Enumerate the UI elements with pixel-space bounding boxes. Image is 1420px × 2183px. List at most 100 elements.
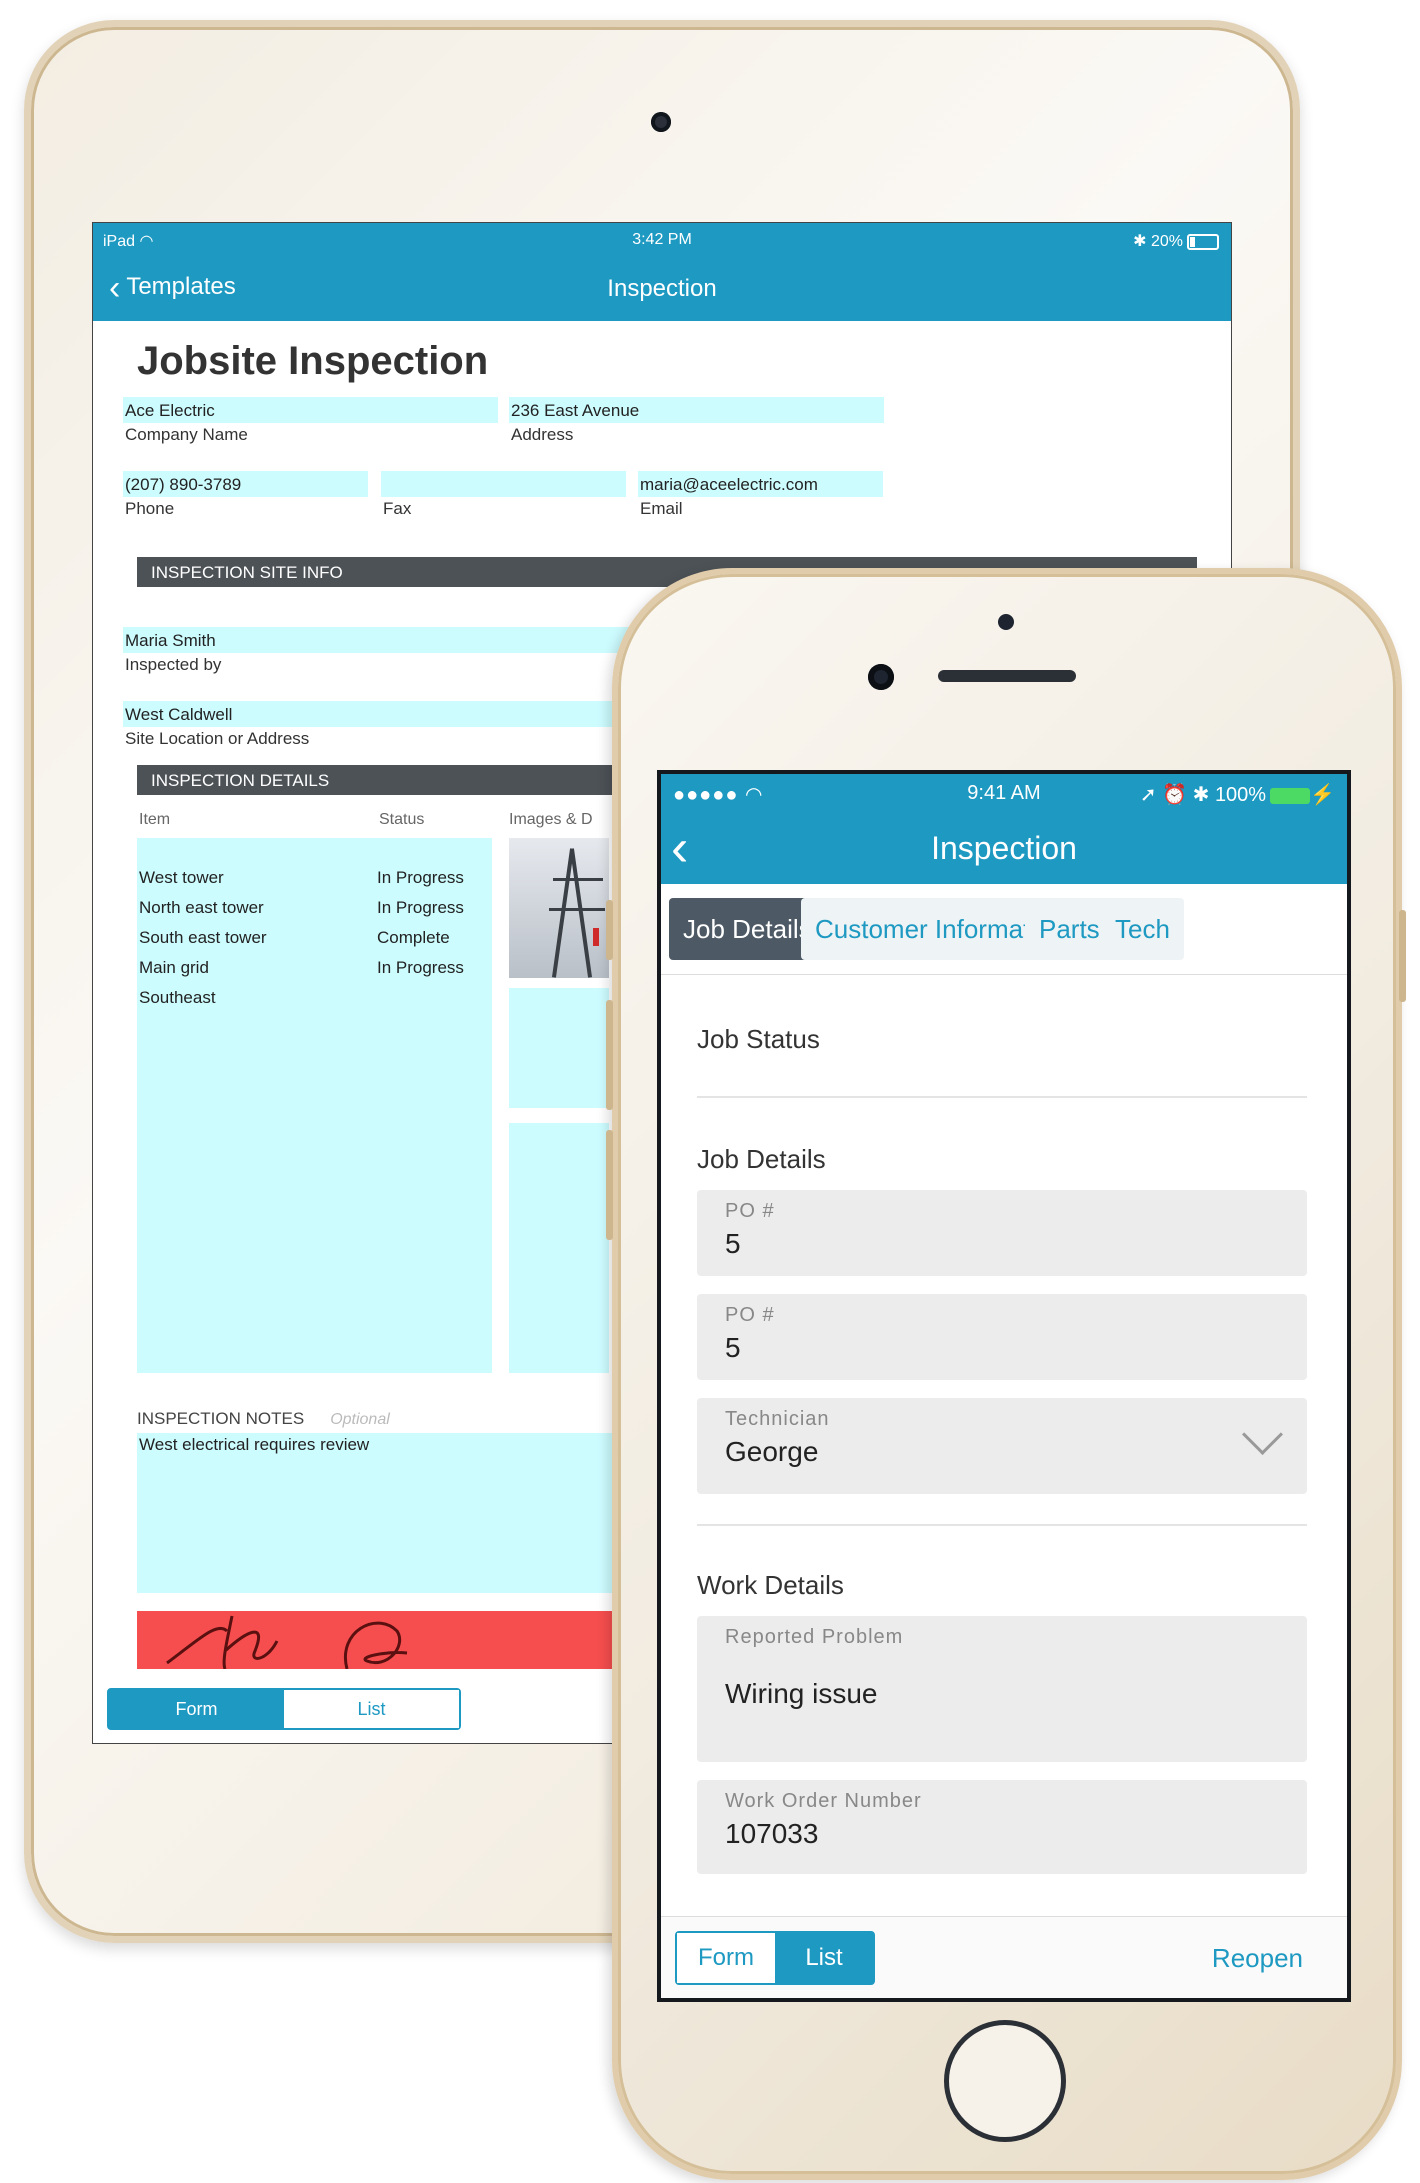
email-field[interactable]: maria@aceelectric.com Email	[638, 471, 883, 519]
phone-label: Phone	[125, 499, 175, 518]
images-column-header: Images & D	[509, 811, 593, 828]
po-number-field[interactable]: PO # 5	[697, 1294, 1307, 1380]
page-title: Jobsite Inspection	[137, 339, 489, 383]
notes-label: INSPECTION NOTES	[137, 1409, 305, 1428]
fax-label: Fax	[383, 499, 412, 518]
notes-header: INSPECTION NOTES Optional	[137, 1409, 390, 1429]
po-number-field[interactable]: PO # 5	[697, 1190, 1307, 1276]
signature-pad[interactable]	[137, 1611, 617, 1669]
battery-icon	[1270, 787, 1311, 804]
volume-button	[606, 1000, 613, 1110]
ipad-battery-percent: 20%	[1150, 233, 1183, 250]
inspected-by-field[interactable]: Maria Smith Inspected by	[123, 627, 643, 675]
inspection-notes-input[interactable]: West electrical requires review	[137, 1433, 637, 1593]
signature-scribble	[166, 1615, 408, 1669]
item-status: In Progress	[377, 898, 464, 917]
phone-value[interactable]: (207) 890-3789	[123, 471, 368, 497]
bluetooth-icon: ✱	[1133, 233, 1147, 250]
iphone-nav-bar: ‹ Inspection	[661, 814, 1347, 884]
address-label: Address	[511, 425, 574, 444]
fax-field[interactable]: Fax	[381, 471, 626, 519]
list-tab[interactable]: List	[284, 1690, 459, 1728]
tower-photo-thumbnail[interactable]	[509, 838, 609, 978]
earpiece-speaker	[938, 670, 1076, 682]
tab-tech[interactable]: Tech	[1101, 898, 1184, 960]
inspected-by-label: Inspected by	[125, 655, 222, 674]
inspected-by-value[interactable]: Maria Smith	[123, 627, 643, 653]
battery-icon	[1187, 233, 1219, 250]
charging-icon: ⚡	[1310, 784, 1335, 806]
ipad-status-bar: iPad ◠ 3:42 PM ✱ 20%	[93, 223, 1231, 259]
item-column-header: Item	[139, 811, 171, 828]
item-status: In Progress	[377, 868, 464, 887]
reported-problem-field[interactable]: Reported Problem Wiring issue	[697, 1616, 1307, 1762]
image-slot[interactable]	[509, 1123, 609, 1373]
po-number-value[interactable]: 5	[725, 1228, 741, 1260]
job-status-label: Job Status	[697, 1024, 820, 1054]
work-details-label: Work Details	[697, 1570, 844, 1600]
work-order-number-value[interactable]: 107033	[725, 1818, 818, 1850]
divider	[697, 1524, 1307, 1526]
divider	[697, 1096, 1307, 1098]
proximity-sensor	[998, 614, 1014, 630]
location-icon: ➚	[1139, 784, 1157, 806]
ipad-status-time: 3:42 PM	[632, 231, 692, 248]
address-field[interactable]: 236 East Avenue Address	[509, 397, 884, 445]
email-value[interactable]: maria@aceelectric.com	[638, 471, 883, 497]
company-name-label: Company Name	[125, 425, 248, 444]
site-location-field[interactable]: West Caldwell Site Location or Address	[123, 701, 643, 749]
ipad-nav-title: Inspection	[607, 275, 717, 302]
company-name-value[interactable]: Ace Electric	[123, 397, 498, 423]
po-number-value[interactable]: 5	[725, 1332, 741, 1364]
company-name-field[interactable]: Ace Electric Company Name	[123, 397, 498, 445]
technician-select[interactable]: Technician George	[697, 1398, 1307, 1494]
reported-problem-label: Reported Problem	[725, 1626, 904, 1648]
item-name: South east tower	[139, 928, 267, 947]
address-value[interactable]: 236 East Avenue	[509, 397, 884, 423]
work-order-number-field[interactable]: Work Order Number 107033	[697, 1780, 1307, 1874]
ipad-nav-bar: ‹ Templates Inspection	[93, 259, 1231, 321]
po-number-label: PO #	[725, 1304, 775, 1326]
iphone-nav-title: Inspection	[931, 830, 1077, 866]
reopen-button[interactable]: Reopen	[1212, 1943, 1303, 1974]
iphone-status-bar: ●●●●● ◠ 9:41 AM ➚ ⏰ ✱ 100% ⚡	[661, 774, 1347, 814]
ipad-camera	[651, 112, 671, 132]
inspection-items-list: West tower In Progress North east tower In…	[137, 838, 492, 1373]
item-status: In Progress	[377, 958, 464, 977]
work-order-number-label: Work Order Number	[725, 1790, 922, 1812]
item-status: Complete	[377, 928, 450, 947]
po-number-label: PO #	[725, 1200, 775, 1222]
iphone-battery-percent: 100%	[1214, 784, 1267, 806]
fax-value[interactable]	[381, 471, 626, 497]
iphone-view-toggle: Form List	[675, 1931, 875, 1985]
form-tab[interactable]: Form	[109, 1690, 284, 1728]
image-slot[interactable]	[509, 988, 609, 1108]
email-label: Email	[640, 499, 683, 518]
notes-optional-hint: Optional	[330, 1411, 390, 1428]
chevron-down-icon[interactable]	[1241, 1413, 1284, 1456]
item-name: West tower	[139, 868, 224, 887]
technician-label: Technician	[725, 1408, 830, 1430]
home-button[interactable]	[944, 2020, 1066, 2142]
job-details-form: Job Status Job Details PO # 5 PO # 5 Tec…	[661, 974, 1347, 1874]
job-details-label: Job Details	[697, 1144, 826, 1174]
ipad-view-toggle: Form List	[107, 1688, 461, 1730]
site-location-label: Site Location or Address	[125, 729, 310, 748]
status-column-header: Status	[379, 811, 425, 828]
side-button	[1399, 910, 1406, 1002]
iphone-bottom-toolbar: Form List Reopen	[661, 1916, 1347, 1998]
reported-problem-value[interactable]: Wiring issue	[725, 1678, 877, 1710]
volume-button	[606, 900, 613, 960]
form-tab[interactable]: Form	[677, 1933, 775, 1983]
item-name: North east tower	[139, 898, 264, 917]
site-location-value[interactable]: West Caldwell	[123, 701, 643, 727]
front-camera	[868, 664, 894, 690]
phone-field[interactable]: (207) 890-3789 Phone	[123, 471, 368, 519]
section-tabs: Job Details Customer Information Parts T…	[661, 884, 1347, 975]
technician-value: George	[725, 1436, 819, 1467]
item-name: Main grid	[139, 958, 209, 977]
bluetooth-icon: ✱	[1192, 784, 1210, 806]
list-tab[interactable]: List	[775, 1933, 873, 1983]
iphone-screen: ●●●●● ◠ 9:41 AM ➚ ⏰ ✱ 100% ⚡ ‹ Inspection…	[657, 770, 1351, 2002]
images-column	[509, 838, 609, 1373]
